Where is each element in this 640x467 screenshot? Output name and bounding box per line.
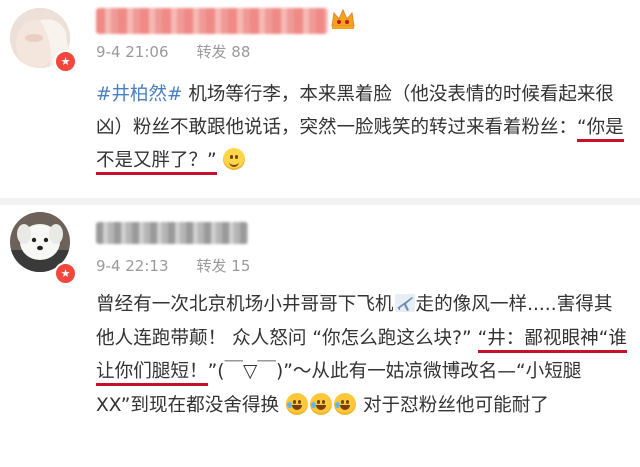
airplane-icon — [394, 294, 415, 312]
post-meta: 9-4 22:13 转发 15 — [96, 255, 250, 276]
post-content: #井柏然# 机场等行李，本来黑着脸（他没表情的时候看起来很凶）粉丝不敢跟他说话，… — [96, 78, 626, 177]
blurred-username[interactable] — [96, 8, 328, 34]
blurred-username[interactable] — [96, 222, 248, 244]
post-date: 9-4 21:06 — [96, 43, 169, 61]
repost-count: 88 — [231, 43, 251, 61]
repost-label[interactable]: 转发 — [197, 257, 227, 275]
laugh-emoji-icon — [334, 392, 357, 415]
smile-emoji-icon — [223, 148, 246, 170]
post-date: 9-4 22:13 — [96, 257, 169, 275]
weibo-post-1: ★ 9-4 21:06 转发 88 #井柏然# 机场等行李，本来黑着脸（他没表情的… — [0, 0, 640, 196]
post-meta: 9-4 21:06 转发 88 — [96, 41, 250, 62]
repost-label[interactable]: 转发 — [197, 43, 227, 61]
post-content: 曾经有一次北京机场小井哥哥下飞机 走的像风一样.....害得其他人连跑带颠！ 众… — [96, 288, 628, 422]
verified-badge-icon: ★ — [54, 262, 77, 285]
verified-badge-icon: ★ — [54, 50, 77, 73]
post-text: 对于怼粉丝他可能耐了 — [357, 394, 549, 416]
repost-count: 15 — [231, 257, 251, 275]
hashtag-link[interactable]: #井柏然# — [96, 84, 183, 105]
weibo-post-2: ★ 9-4 22:13 转发 15 曾经有一次北京机场小井哥哥下飞机 走的像风一样… — [0, 205, 640, 467]
post-text: 曾经有一次北京机场小井哥哥下飞机 — [96, 294, 394, 315]
laugh-emoji-icon — [310, 392, 333, 415]
laugh-emoji-icon — [286, 392, 309, 415]
post-divider — [0, 198, 640, 205]
crown-icon — [331, 8, 355, 29]
